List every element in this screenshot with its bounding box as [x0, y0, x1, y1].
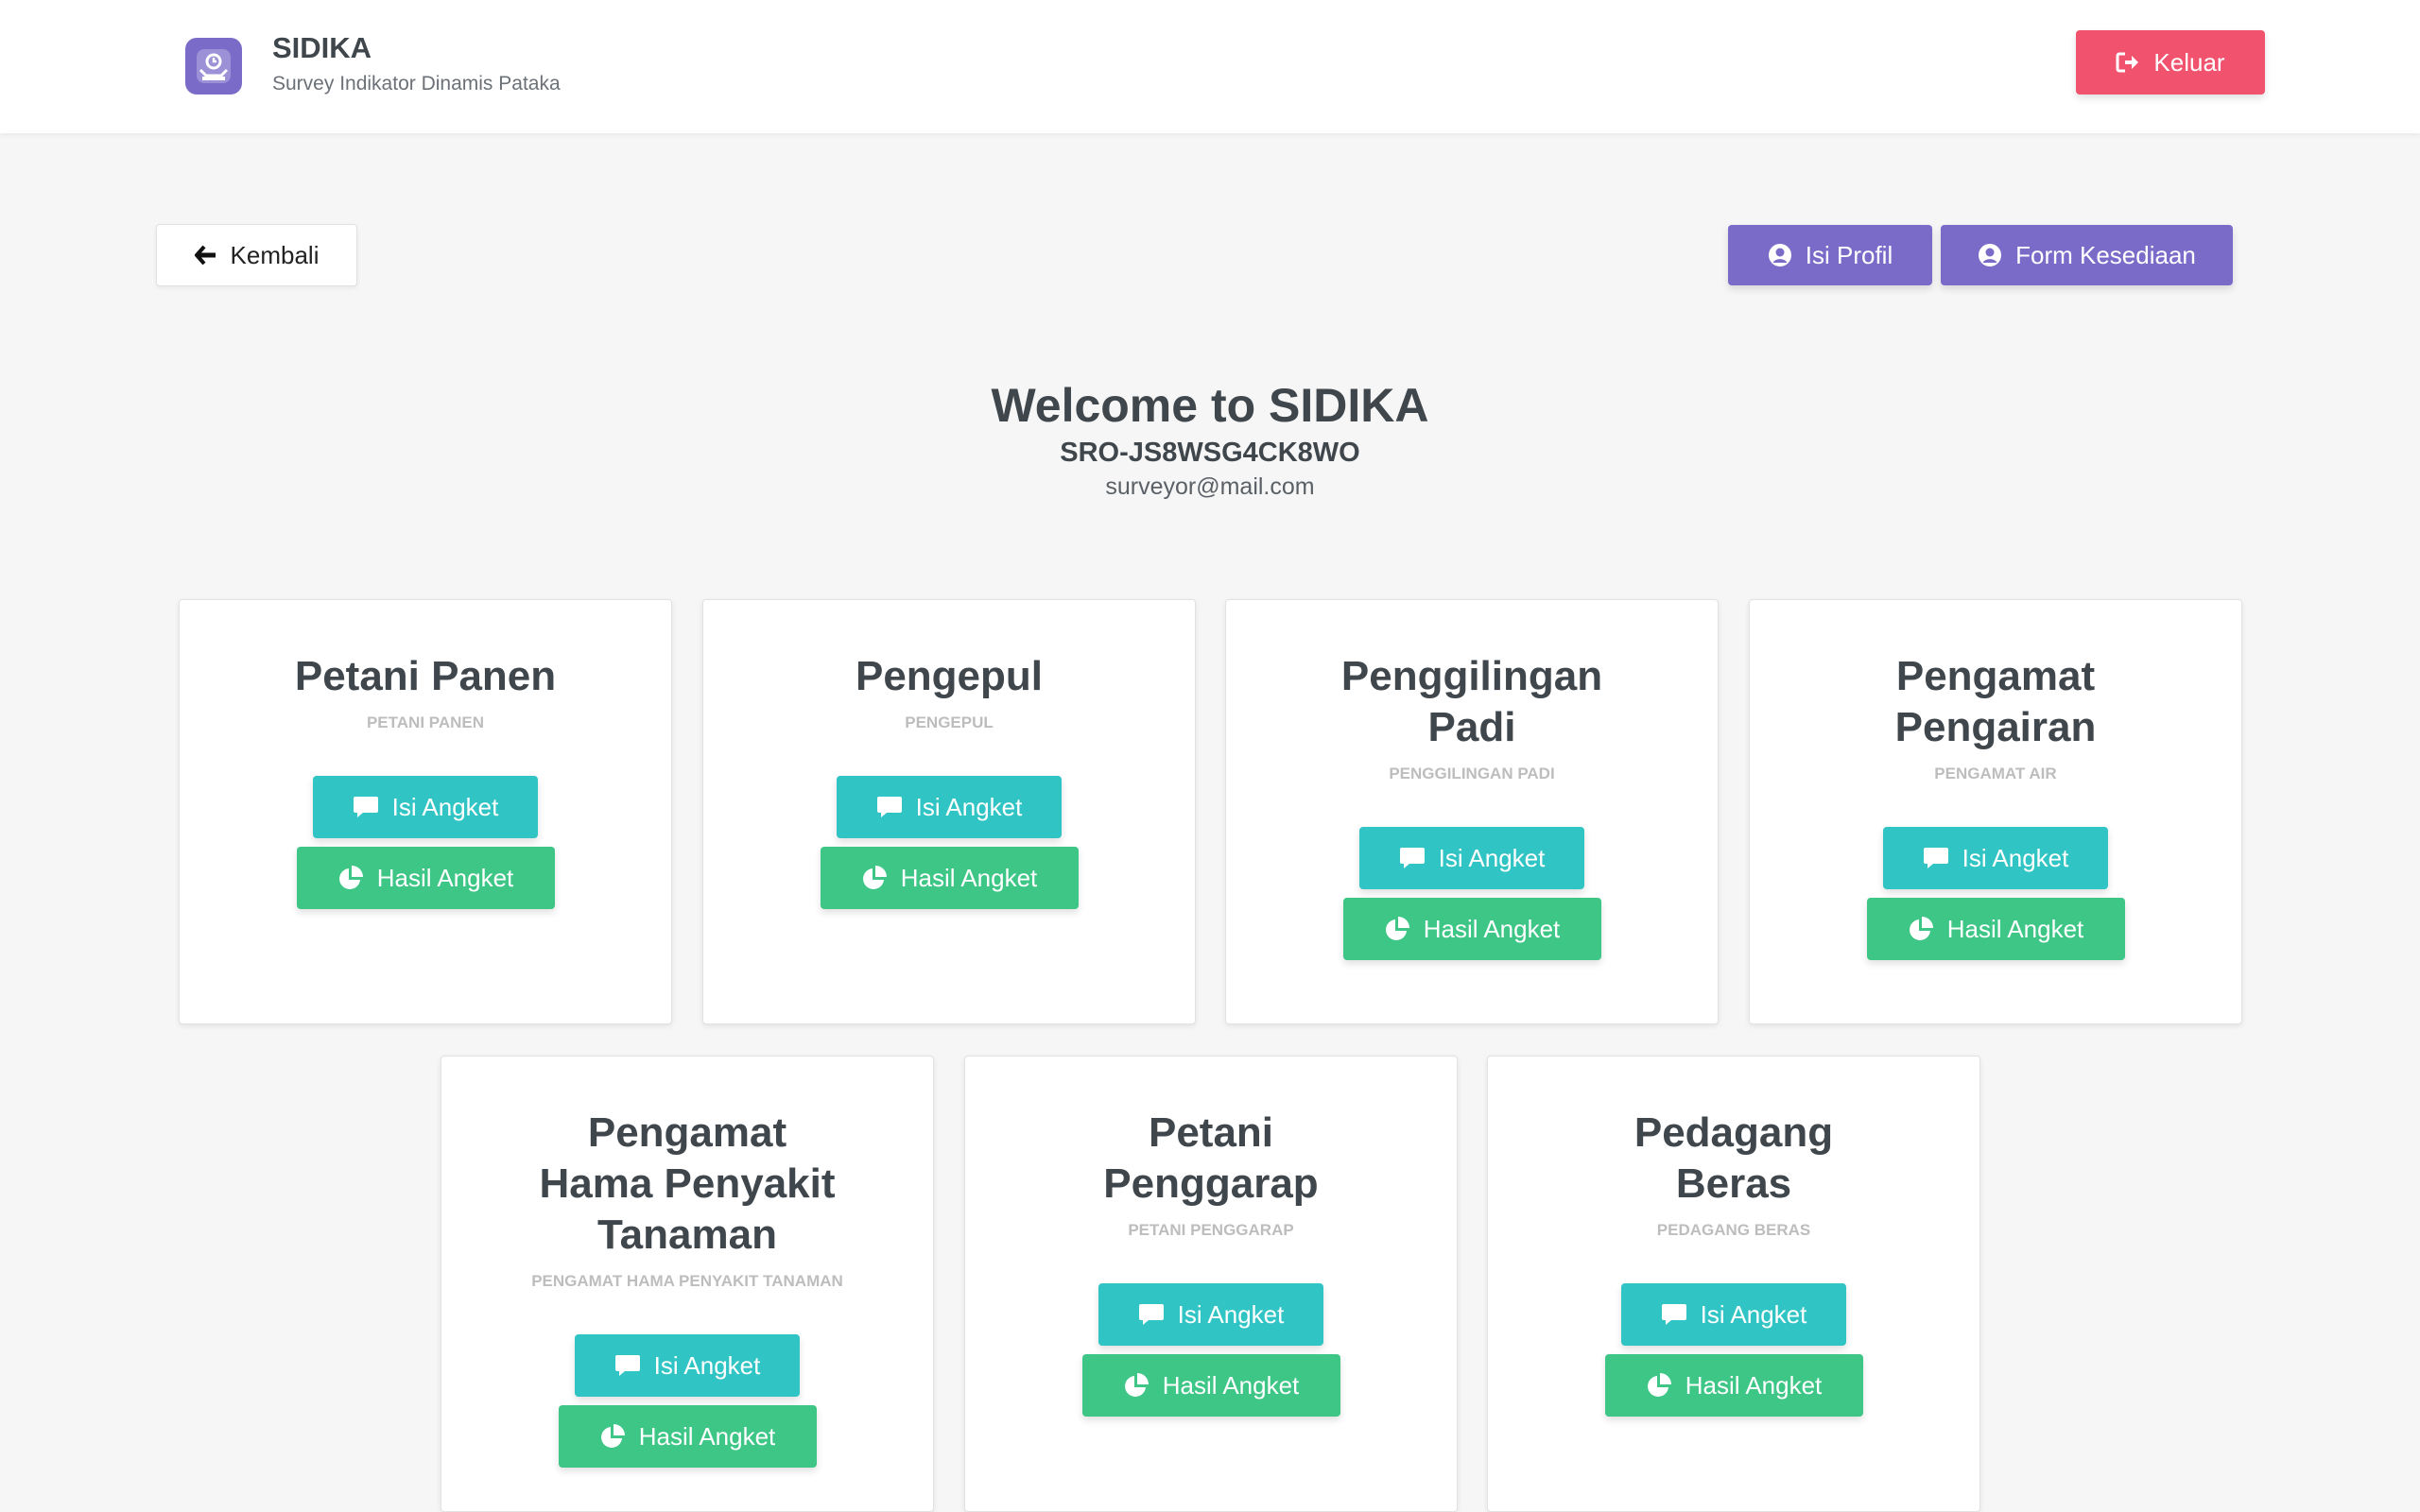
- isi-angket-label: Isi Angket: [1438, 843, 1546, 872]
- survey-card-pengepul: Pengepul PENGEPUL Isi Angket Hasil Angke…: [702, 599, 1196, 1024]
- hasil-angket-button[interactable]: Hasil Angket: [558, 1405, 817, 1468]
- hasil-angket-label: Hasil Angket: [638, 1421, 776, 1451]
- comment-icon: [1399, 848, 1425, 868]
- user-circle-icon: [1768, 244, 1791, 266]
- pie-chart-icon: [1909, 917, 1933, 940]
- back-button[interactable]: Kembali: [156, 224, 357, 286]
- hasil-angket-label: Hasil Angket: [1946, 914, 2084, 943]
- hasil-angket-button[interactable]: Hasil Angket: [1342, 898, 1601, 960]
- isi-angket-label: Isi Angket: [391, 792, 499, 821]
- user-circle-icon: [1979, 244, 2002, 266]
- app-title: SIDIKA: [272, 31, 372, 64]
- card-subtitle: PENGEPUL: [905, 713, 994, 731]
- survey-card-pengamat-hama: Pengamat Hama Penyakit Tanaman PENGAMAT …: [441, 1056, 934, 1512]
- isi-profil-label: Isi Profil: [1805, 240, 1893, 269]
- isi-angket-button[interactable]: Isi Angket: [313, 776, 538, 838]
- isi-angket-button[interactable]: Isi Angket: [1883, 827, 2108, 889]
- card-title: Penggilingan Padi: [1340, 653, 1603, 750]
- top-navbar: SIDIKA Survey Indikator Dinamis Pataka K…: [0, 0, 2420, 133]
- survey-card-petani-penggarap: Petani Penggarap PETANI PENGGARAP Isi An…: [964, 1056, 1458, 1512]
- hasil-angket-label: Hasil Angket: [1423, 914, 1561, 943]
- comment-icon: [614, 1355, 640, 1376]
- pie-chart-icon: [862, 866, 887, 889]
- hasil-angket-button[interactable]: Hasil Angket: [296, 847, 555, 909]
- card-title: Pengamat Hama Penyakit Tanaman: [539, 1109, 836, 1258]
- isi-profil-button[interactable]: Isi Profil: [1728, 225, 1932, 285]
- card-title: Pengamat Pengairan: [1894, 653, 2097, 750]
- card-title: Petani Penggarap: [1103, 1109, 1319, 1207]
- form-kesediaan-button[interactable]: Form Kesediaan: [1941, 225, 2233, 285]
- pie-chart-icon: [1385, 917, 1409, 940]
- isi-angket-label: Isi Angket: [653, 1350, 761, 1380]
- comment-icon: [353, 797, 378, 817]
- surveyor-code: SRO-JS8WSG4CK8WO: [1060, 438, 1360, 468]
- card-title: Pengepul: [855, 653, 1044, 699]
- app-logo: [185, 38, 242, 94]
- form-kesediaan-label: Form Kesediaan: [2015, 240, 2196, 269]
- survey-card-pengamat-pengairan: Pengamat Pengairan PENGAMAT AIR Isi Angk…: [1749, 599, 2242, 1024]
- card-subtitle: PENGAMAT AIR: [1934, 765, 2057, 782]
- isi-angket-label: Isi Angket: [1962, 843, 2069, 872]
- isi-angket-button[interactable]: Isi Angket: [575, 1334, 800, 1397]
- arrow-left-icon: [194, 245, 216, 266]
- isi-angket-button[interactable]: Isi Angket: [837, 776, 1062, 838]
- pie-chart-icon: [1647, 1373, 1671, 1397]
- isi-angket-button[interactable]: Isi Angket: [1359, 827, 1584, 889]
- hasil-angket-button[interactable]: Hasil Angket: [1866, 898, 2125, 960]
- isi-angket-button[interactable]: Isi Angket: [1098, 1283, 1323, 1346]
- surveyor-email: surveyor@mail.com: [1105, 473, 1315, 500]
- card-subtitle: PETANI PENGGARAP: [1128, 1221, 1294, 1239]
- isi-angket-label: Isi Angket: [1177, 1299, 1285, 1329]
- card-subtitle: PEDAGANG BERAS: [1656, 1221, 1811, 1239]
- pie-chart-icon: [338, 866, 363, 889]
- hasil-angket-label: Hasil Angket: [1162, 1370, 1300, 1400]
- card-subtitle: PENGGILINGAN PADI: [1389, 765, 1555, 782]
- hasil-angket-label: Hasil Angket: [900, 863, 1038, 892]
- isi-angket-button[interactable]: Isi Angket: [1621, 1283, 1846, 1346]
- survey-card-pedagang-beras: Pedagang Beras PEDAGANG BERAS Isi Angket…: [1487, 1056, 1980, 1512]
- survey-card-petani-panen: Petani Panen PETANI PANEN Isi Angket Has…: [179, 599, 672, 1024]
- pie-chart-icon: [1124, 1373, 1149, 1397]
- card-title: Pedagang Beras: [1634, 1109, 1834, 1207]
- hasil-angket-button[interactable]: Hasil Angket: [1604, 1354, 1863, 1417]
- card-subtitle: PENGAMAT HAMA PENYAKIT TANAMAN: [531, 1272, 843, 1290]
- survey-logo-icon: [197, 49, 231, 83]
- hasil-angket-button[interactable]: Hasil Angket: [820, 847, 1079, 909]
- card-title: Petani Panen: [294, 653, 557, 699]
- card-subtitle: PETANI PANEN: [366, 713, 485, 731]
- survey-card-penggilingan-padi: Penggilingan Padi PENGGILINGAN PADI Isi …: [1225, 599, 1719, 1024]
- comment-icon: [876, 797, 902, 817]
- isi-angket-label: Isi Angket: [915, 792, 1023, 821]
- isi-angket-label: Isi Angket: [1700, 1299, 1807, 1329]
- logout-label: Keluar: [2153, 47, 2225, 77]
- comment-icon: [1661, 1304, 1686, 1325]
- comment-icon: [1138, 1304, 1164, 1325]
- hasil-angket-label: Hasil Angket: [376, 863, 514, 892]
- hasil-angket-button[interactable]: Hasil Angket: [1081, 1354, 1340, 1417]
- logout-button[interactable]: Keluar: [2076, 30, 2265, 94]
- hasil-angket-label: Hasil Angket: [1685, 1370, 1823, 1400]
- app-subtitle: Survey Indikator Dinamis Pataka: [272, 73, 561, 94]
- welcome-title: Welcome to SIDIKA: [991, 379, 1429, 432]
- back-label: Kembali: [230, 240, 320, 269]
- sign-out-icon: [2116, 52, 2139, 73]
- pie-chart-icon: [600, 1424, 625, 1448]
- comment-icon: [1923, 848, 1948, 868]
